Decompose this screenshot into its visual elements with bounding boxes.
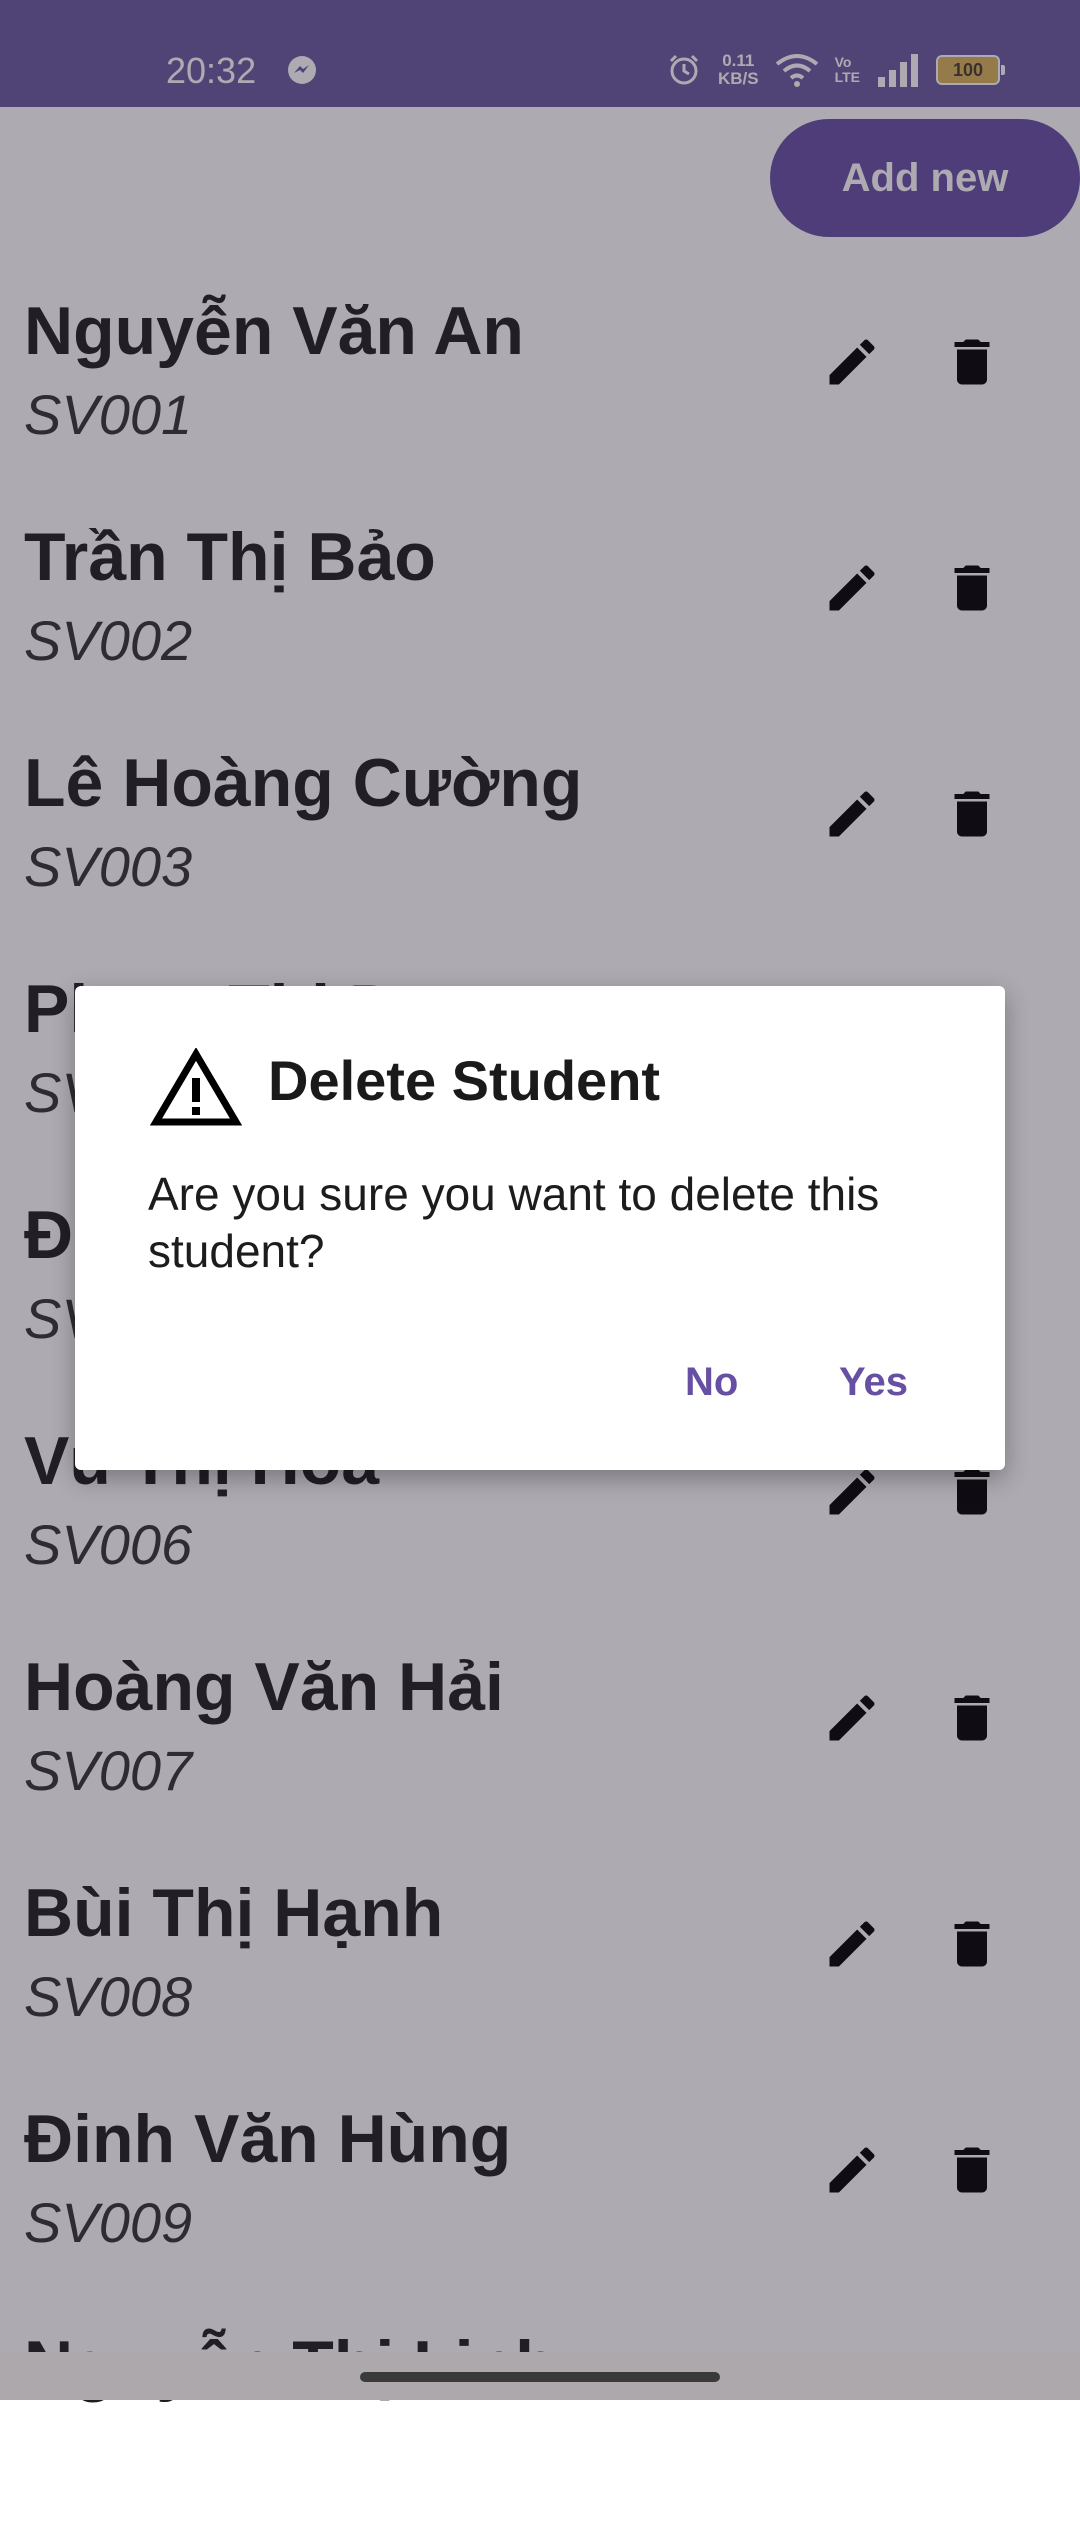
navigation-bar [0, 2352, 1080, 2400]
dialog-message: Are you sure you want to delete this stu… [148, 1168, 880, 1277]
home-gesture-handle[interactable] [360, 2372, 720, 2382]
delete-confirm-dialog: Delete Student Are you sure you want to … [75, 986, 1005, 1470]
no-button[interactable]: No [685, 1360, 738, 1405]
yes-button[interactable]: Yes [839, 1360, 908, 1405]
warning-icon [150, 1048, 242, 1126]
dialog-title: Delete Student [268, 1049, 661, 1112]
